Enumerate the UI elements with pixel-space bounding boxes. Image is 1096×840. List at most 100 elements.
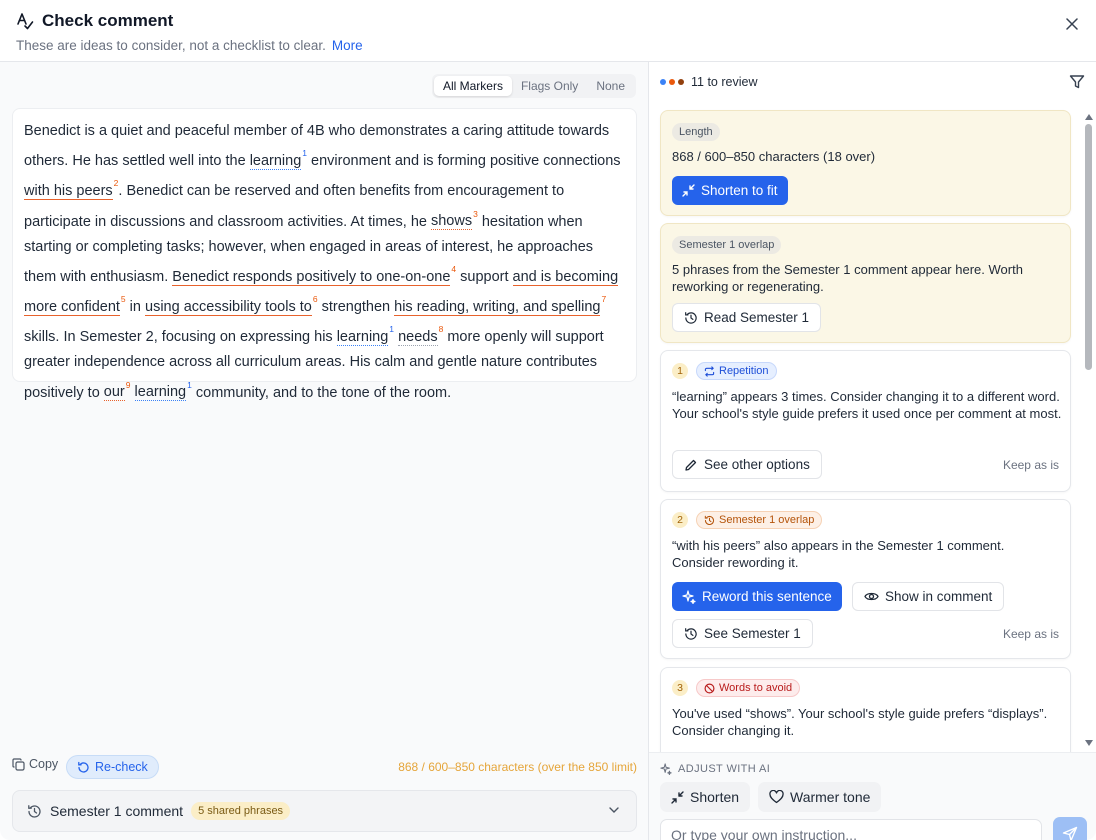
history-icon	[685, 627, 697, 640]
marker-repetition[interactable]: learning	[336, 329, 389, 347]
shorten-button[interactable]: Shorten	[660, 782, 751, 812]
marker-suggestion[interactable]: needs	[398, 329, 438, 347]
shorten-label: Shorten	[690, 789, 740, 805]
read-semester-1-button[interactable]: Read Semester 1	[672, 303, 822, 332]
length-chip: Length	[672, 123, 720, 141]
marker-number: 4	[451, 263, 457, 274]
character-count: 868 / 600–850 characters (over the 850 l…	[398, 760, 637, 774]
semester-1-label: Semester 1 comment	[50, 803, 184, 819]
marker-overlap[interactable]: Benedict responds positively to one-on-o…	[172, 268, 451, 286]
overlap-sentence-card: 2 Semester 1 overlap “with his peers” al…	[660, 499, 1071, 659]
review-header: 11 to review	[649, 62, 1096, 104]
reword-sentence-label: Reword this sentence	[702, 589, 832, 604]
avoid-tag-row: 3 Words to avoid	[672, 679, 801, 697]
comment-editor[interactable]: Benedict is a quiet and peaceful member …	[12, 108, 637, 402]
marker-overlap[interactable]: using accessibility tools to	[145, 298, 312, 316]
marker-overlap[interactable]: with his peers	[24, 183, 113, 201]
dialog-title: Check comment	[42, 11, 174, 30]
issue-number: 1	[672, 363, 688, 379]
recheck-button[interactable]: Re-check	[66, 755, 159, 779]
adjust-with-ai-panel: ADJUST WITH AI Shorten Warmer tone	[649, 752, 1096, 840]
shrink-icon	[682, 184, 695, 197]
avoid-tag-label: Words to avoid	[719, 682, 793, 694]
adjust-label-row: ADJUST WITH AI	[660, 763, 770, 775]
marker-toggle: All Markers Flags Only None	[431, 74, 636, 98]
copy-button[interactable]: Copy	[12, 757, 58, 771]
warmer-tone-label: Warmer tone	[790, 789, 871, 805]
scrollbar-thumb[interactable]	[1085, 124, 1092, 370]
reword-sentence-button[interactable]: Reword this sentence	[672, 582, 842, 611]
marker-option-none[interactable]: None	[587, 76, 634, 96]
marker-number: 1	[302, 148, 308, 159]
length-text: 868 / 600–850 characters (18 over)	[672, 149, 876, 164]
scroll-down-arrow[interactable]	[1085, 740, 1093, 746]
pencil-icon	[685, 459, 697, 471]
read-semester-1-label: Read Semester 1	[704, 310, 810, 325]
comment-segment: skills. In Semester 2, focusing on expre…	[24, 329, 337, 346]
overlap-sentence-text: “with his peers” also appears in the Sem…	[672, 538, 1005, 570]
filter-icon[interactable]	[1069, 74, 1085, 90]
marker-number: 8	[438, 324, 444, 335]
semester-1-comment-toggle[interactable]: Semester 1 comment 5 shared phrases	[12, 790, 637, 832]
see-other-options-button[interactable]: See other options	[672, 450, 822, 479]
marker-repetition[interactable]: learning	[249, 153, 302, 171]
send-icon	[1062, 826, 1078, 840]
marker-number: 2	[113, 178, 119, 189]
dot-avoid	[678, 79, 684, 85]
send-instruction-button[interactable]	[1053, 817, 1087, 840]
comment-segment: strengthen	[317, 298, 395, 315]
scroll-up-arrow[interactable]	[1085, 114, 1093, 120]
shrink-icon	[671, 790, 684, 804]
review-scrollbar[interactable]	[1085, 114, 1093, 746]
marker-number: 9	[125, 379, 131, 390]
warmer-tone-button[interactable]: Warmer tone	[758, 782, 882, 812]
history-icon	[28, 804, 41, 818]
more-link[interactable]: More	[332, 38, 363, 53]
words-to-avoid-text: You've used “shows”. Your school's style…	[672, 706, 1048, 738]
subtitle-text: These are ideas to consider, not a check…	[16, 38, 326, 53]
length-card: Length 868 / 600–850 characters (18 over…	[660, 110, 1071, 216]
eye-icon	[864, 592, 879, 601]
shorten-to-fit-button[interactable]: Shorten to fit	[672, 176, 788, 205]
close-button[interactable]	[1062, 14, 1082, 34]
marker-overlap[interactable]: his reading, writing, and spelling	[394, 298, 601, 316]
comment-pane: All Markers Flags Only None Benedict is …	[0, 62, 648, 840]
marker-number: 1	[187, 379, 192, 390]
recheck-label: Re-check	[95, 760, 148, 774]
marker-option-all[interactable]: All Markers	[433, 76, 512, 96]
comment-text: Benedict is a quiet and peaceful member …	[24, 119, 625, 406]
show-in-comment-button[interactable]: Show in comment	[852, 582, 1005, 611]
semester-overlap-text: 5 phrases from the Semester 1 comment ap…	[672, 262, 1023, 294]
marker-word-to-avoid[interactable]: shows	[430, 213, 473, 231]
review-list[interactable]: Length 868 / 600–850 characters (18 over…	[649, 104, 1096, 752]
repetition-tag-row: 1 Repetition	[672, 362, 777, 380]
dot-repetition	[660, 79, 666, 85]
dialog-subtitle: These are ideas to consider, not a check…	[16, 38, 363, 53]
history-icon	[704, 515, 715, 525]
ban-icon	[704, 683, 715, 693]
issue-number: 2	[672, 512, 688, 528]
semester-overlap-card: Semester 1 overlap 5 phrases from the Se…	[660, 223, 1071, 343]
see-semester-1-label: See Semester 1	[704, 626, 801, 641]
marker-repetition[interactable]: learning	[134, 384, 187, 402]
marker-number: 7	[601, 294, 607, 305]
repetition-card: 1 Repetition “learning” appears 3 times.…	[660, 350, 1071, 492]
keep-as-is-link[interactable]: Keep as is	[1003, 627, 1059, 641]
history-icon	[685, 311, 697, 324]
comment-footer: Copy Re-check 868 / 600–850 characters (…	[12, 755, 637, 779]
overlap-tag-row: 2 Semester 1 overlap	[672, 511, 823, 529]
see-semester-1-button[interactable]: See Semester 1	[672, 619, 813, 648]
adjust-label: ADJUST WITH AI	[678, 763, 771, 775]
marker-option-flags[interactable]: Flags Only	[512, 76, 587, 96]
sparkle-icon	[660, 763, 672, 775]
keep-as-is-link[interactable]: Keep as is	[1003, 458, 1059, 472]
repeat-icon	[704, 365, 715, 377]
review-count: 11 to review	[691, 75, 758, 89]
comment-segment: support	[456, 268, 513, 285]
repetition-tag: Repetition	[696, 362, 777, 380]
custom-instruction-input[interactable]	[660, 819, 1042, 840]
title-row: Check comment	[16, 11, 173, 31]
comment-segment	[131, 384, 135, 400]
marker-suggestion[interactable]: our	[103, 384, 125, 402]
marker-number: 1	[389, 324, 395, 335]
